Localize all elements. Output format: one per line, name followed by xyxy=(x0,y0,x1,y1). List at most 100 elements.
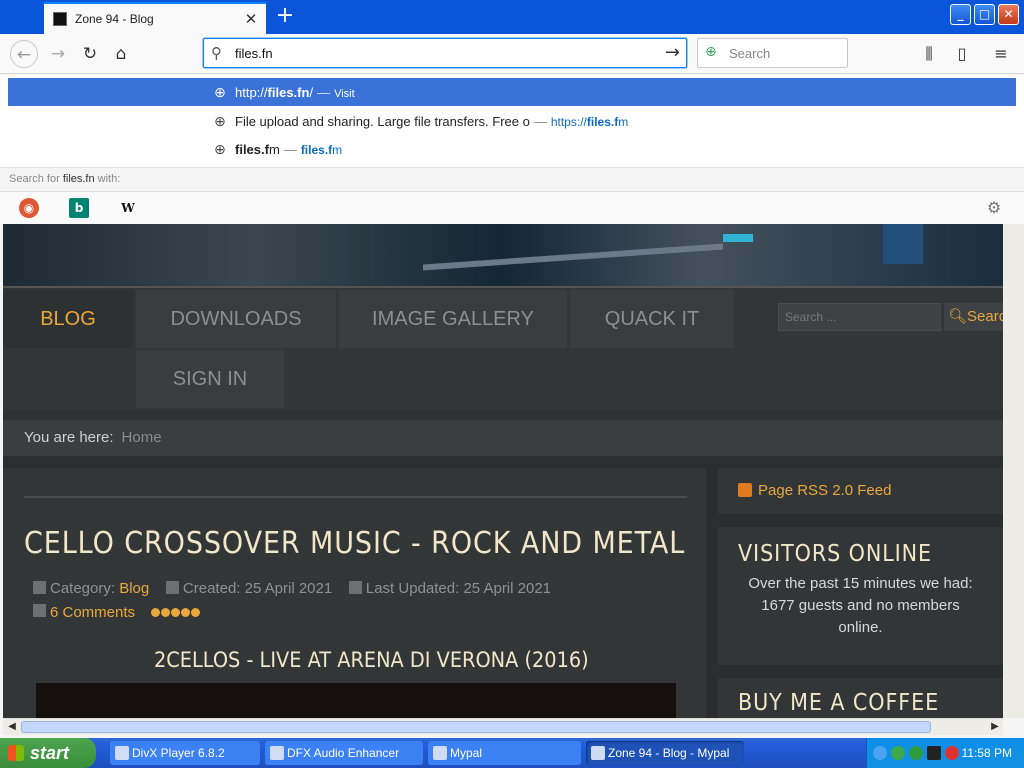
task-mypal[interactable]: Mypal xyxy=(428,741,581,765)
browser-window: Zone 94 - Blog ✕ + _ □ ✕ ← → ↻ ⌂ ⚲ files… xyxy=(0,0,1024,738)
library-icon[interactable]: ⫼ xyxy=(915,40,943,68)
autocomplete-item[interactable]: ⊕ http://files.fn/— Visit xyxy=(8,78,1016,106)
ac-bold: files.f xyxy=(235,141,269,157)
autocomplete-item[interactable]: ⊕ File upload and sharing. Large file tr… xyxy=(8,107,1016,135)
rss-feed-link[interactable]: Page RSS 2.0 Feed xyxy=(718,468,1003,514)
search-engine-icon: ⊕ xyxy=(705,44,717,60)
display-icon[interactable] xyxy=(927,746,941,760)
windows-logo-icon xyxy=(8,745,24,761)
site-search-label: Search xyxy=(967,308,1003,325)
search-icon: 🔍︎ xyxy=(948,308,968,325)
mypal-icon xyxy=(433,746,447,760)
search-bar[interactable]: ⊕ Search xyxy=(697,38,848,68)
search-placeholder: Search xyxy=(729,46,771,61)
horizontal-scrollbar[interactable]: ◀ ▶ xyxy=(3,718,1003,735)
tab-zone94[interactable]: Zone 94 - Blog ✕ xyxy=(44,2,266,34)
task-label: Zone 94 - Blog - Mypal xyxy=(608,746,730,760)
ac-bold: files.fn xyxy=(267,84,310,100)
task-label: DivX Player 6.8.2 xyxy=(132,746,225,760)
start-label: start xyxy=(30,743,70,763)
site-search-input[interactable]: Search ... xyxy=(778,303,941,331)
url-input-value: files.fn xyxy=(235,46,273,61)
security-icon[interactable] xyxy=(945,746,959,760)
maximize-button[interactable]: □ xyxy=(974,4,995,25)
ac-url-bold: files.f xyxy=(300,142,333,157)
url-bar[interactable]: ⚲ files.fn → xyxy=(203,38,687,68)
start-button[interactable]: start xyxy=(0,738,96,768)
folder-icon xyxy=(33,581,46,594)
menu-icon[interactable]: ≡ xyxy=(987,40,1015,68)
tab-close-icon[interactable]: ✕ xyxy=(242,10,260,28)
category-link[interactable]: Blog xyxy=(119,580,149,597)
duckduckgo-icon[interactable]: ◉ xyxy=(19,198,39,218)
site-menu: BLOG DOWNLOADS IMAGE GALLERY QUACK IT SI… xyxy=(3,286,1003,410)
sidebar-icon[interactable]: ▯ xyxy=(948,40,976,68)
ac-action: Visit xyxy=(334,87,355,100)
tab-strip: Zone 94 - Blog ✕ + _ □ ✕ xyxy=(0,0,1024,34)
update-icon[interactable] xyxy=(909,746,923,760)
scroll-thumb[interactable] xyxy=(21,721,931,733)
visitors-text: Over the past 15 minutes we had: 1677 gu… xyxy=(748,575,973,636)
mypal-icon xyxy=(591,746,605,760)
ac-url-suffix: m xyxy=(618,114,629,129)
video-embed[interactable] xyxy=(36,683,676,718)
back-arrow-icon[interactable] xyxy=(873,746,887,760)
comment-icon xyxy=(33,604,46,617)
rss-icon xyxy=(738,483,752,497)
breadcrumb: You are here: Home xyxy=(3,410,1003,456)
clock: 11:58 PM xyxy=(961,746,1012,760)
window-close-button[interactable]: ✕ xyxy=(998,4,1019,25)
ac-suffix: / xyxy=(309,84,314,100)
search-for-suffix: with: xyxy=(97,173,121,185)
menu-item-blog[interactable]: BLOG xyxy=(3,290,133,348)
globe-icon: ⊕ xyxy=(214,140,226,157)
search-for-query: files.fn xyxy=(62,173,95,185)
task-dfx-audio[interactable]: DFX Audio Enhancer xyxy=(265,741,423,765)
new-tab-button[interactable]: + xyxy=(272,4,298,30)
back-button[interactable]: ← xyxy=(10,40,38,68)
autocomplete-dropdown: ⊕ http://files.fn/— Visit ⊕ File upload a… xyxy=(0,75,1024,224)
menu-item-downloads[interactable]: DOWNLOADS xyxy=(136,290,336,348)
gear-icon[interactable]: ⚙ xyxy=(984,198,1004,218)
scroll-left-icon[interactable]: ◀ xyxy=(4,719,20,735)
created-date: Created: 25 April 2021 xyxy=(182,580,333,597)
reload-button[interactable]: ↻ xyxy=(76,40,104,68)
minimize-button[interactable]: _ xyxy=(950,4,971,25)
task-zone94-mypal[interactable]: Zone 94 - Blog - Mypal xyxy=(586,741,744,765)
article-meta: Category: Blog Created: 25 April 2021 La… xyxy=(33,580,551,597)
search-for-label: Search for files.fn with: xyxy=(0,167,1024,191)
rss-label: Page RSS 2.0 Feed xyxy=(758,482,892,499)
visitors-title: VISITORS ONLINE xyxy=(738,541,933,567)
go-arrow-icon[interactable]: → xyxy=(665,42,680,63)
menu-item-sign-in[interactable]: SIGN IN xyxy=(136,350,284,408)
task-label: Mypal xyxy=(450,746,483,760)
home-button[interactable]: ⌂ xyxy=(107,40,135,68)
site-search-button[interactable]: 🔍︎Search xyxy=(944,303,1003,331)
menu-item-image-gallery[interactable]: IMAGE GALLERY xyxy=(339,290,567,348)
forward-button[interactable]: → xyxy=(44,40,72,68)
bing-icon[interactable]: b xyxy=(69,198,89,218)
network-icon[interactable] xyxy=(891,746,905,760)
rating-stars[interactable] xyxy=(151,604,201,621)
visitors-widget: VISITORS ONLINE Over the past 15 minutes… xyxy=(718,527,1003,665)
calendar-icon xyxy=(348,581,362,594)
scroll-right-icon[interactable]: ▶ xyxy=(987,719,1003,735)
ac-title: File upload and sharing. Large file tran… xyxy=(235,113,530,129)
ac-url-prefix: https:// xyxy=(550,114,587,129)
task-divx-player[interactable]: DivX Player 6.8.2 xyxy=(110,741,260,765)
coffee-title: BUY ME A COFFEE xyxy=(738,690,940,716)
menu-item-quack-it[interactable]: QUACK IT xyxy=(570,290,734,348)
autocomplete-item[interactable]: ⊕ files.fm — files.fm xyxy=(8,135,1016,163)
article-area: CELLO CROSSOVER MUSIC - ROCK AND METAL C… xyxy=(3,468,706,718)
ac-suffix: m xyxy=(268,141,280,157)
comments-link[interactable]: 6 Comments xyxy=(50,604,135,621)
ac-url-bold: files.f xyxy=(586,114,619,129)
vertical-scrollbar[interactable] xyxy=(1003,224,1024,718)
wikipedia-icon[interactable]: W xyxy=(118,198,138,218)
category-label: Category: xyxy=(50,580,116,597)
web-page: BLOG DOWNLOADS IMAGE GALLERY QUACK IT SI… xyxy=(3,224,1003,718)
breadcrumb-home[interactable]: Home xyxy=(122,429,162,446)
article-title[interactable]: CELLO CROSSOVER MUSIC - ROCK AND METAL xyxy=(24,526,685,561)
one-off-search-engines: ◉ b W ⚙ xyxy=(0,191,1024,224)
ac-prefix: http:// xyxy=(235,84,268,100)
